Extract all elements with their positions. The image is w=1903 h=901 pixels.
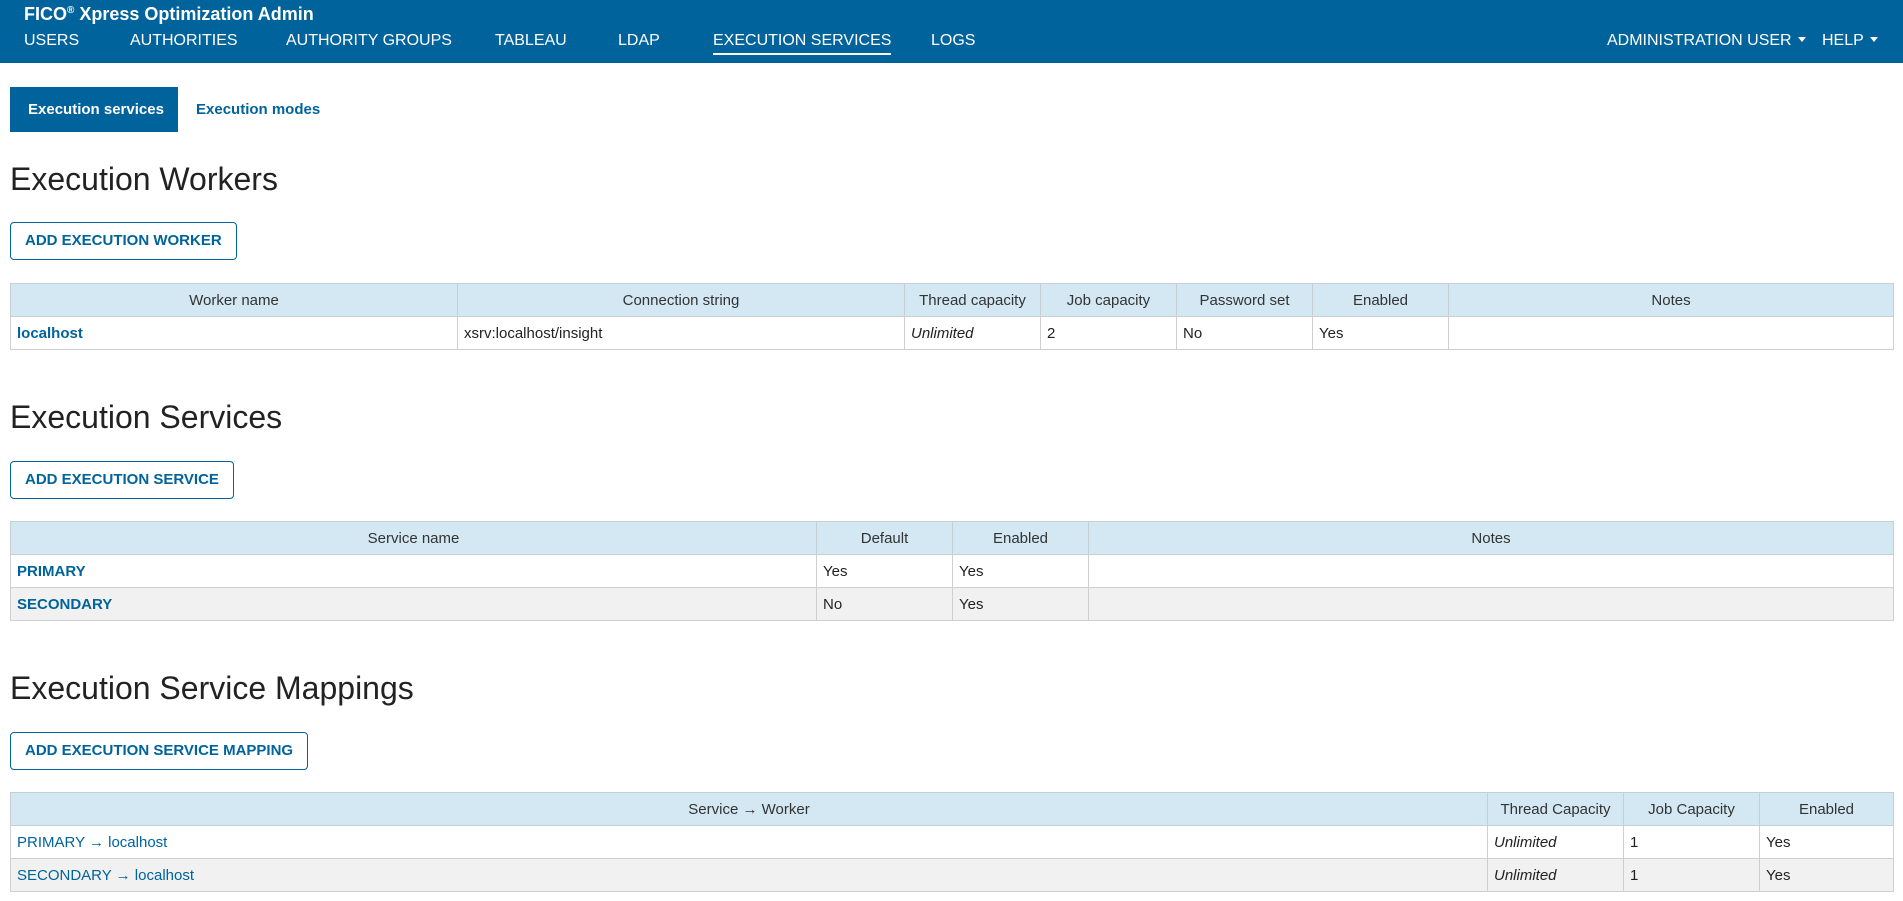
user-menu[interactable]: ADMINISTRATION USER [1607, 32, 1806, 50]
service-link[interactable]: SECONDARY [17, 596, 112, 613]
user-menu-label: ADMINISTRATION USER [1607, 32, 1792, 49]
services-section-title: Execution Services [10, 399, 283, 435]
top-navbar: FICO® Xpress Optimization Admin USERS AU… [0, 0, 1903, 63]
mappings-table: Service → Worker Thread Capacity Job Cap… [10, 792, 1894, 892]
worker-name-cell: localhost [10, 316, 458, 350]
col-default[interactable]: Default [816, 521, 953, 555]
mapping-cell: SECONDARY → localhost [10, 858, 1488, 892]
table-row: PRIMARY → localhost Unlimited 1 Yes [10, 825, 1894, 859]
enabled-cell: Yes [952, 554, 1089, 588]
mapping-link[interactable]: PRIMARY → localhost [17, 834, 167, 851]
enabled-cell: Yes [1312, 316, 1449, 350]
col-thread-capacity[interactable]: Thread Capacity [1487, 792, 1624, 826]
nav-authority-groups[interactable]: AUTHORITY GROUPS [286, 32, 452, 53]
help-menu[interactable]: HELP [1822, 32, 1878, 50]
job-capacity-cell: 1 [1623, 858, 1760, 892]
notes-cell [1088, 587, 1894, 621]
col-connection-string[interactable]: Connection string [457, 283, 905, 317]
col-worker-name[interactable]: Worker name [10, 283, 458, 317]
table-row: PRIMARY Yes Yes [10, 554, 1894, 588]
app-title: FICO® Xpress Optimization Admin [24, 4, 314, 25]
table-header-row: Service → Worker Thread Capacity Job Cap… [10, 792, 1894, 826]
col-notes[interactable]: Notes [1088, 521, 1894, 555]
table-row: SECONDARY No Yes [10, 587, 1894, 621]
col-service-worker[interactable]: Service → Worker [10, 792, 1488, 826]
mapping-cell: PRIMARY → localhost [10, 825, 1488, 859]
col-notes[interactable]: Notes [1448, 283, 1894, 317]
nav-users[interactable]: USERS [24, 32, 79, 53]
add-execution-service-mapping-button[interactable]: ADD EXECUTION SERVICE MAPPING [10, 732, 309, 770]
tab-execution-modes[interactable]: Execution modes [178, 87, 338, 132]
enabled-cell: Yes [952, 587, 1089, 621]
thread-capacity-cell: Unlimited [1487, 825, 1624, 859]
table-row: SECONDARY → localhost Unlimited 1 Yes [10, 858, 1894, 892]
thread-capacity-cell: Unlimited [1487, 858, 1624, 892]
col-enabled[interactable]: Enabled [1312, 283, 1449, 317]
mappings-section-title: Execution Service Mappings [10, 670, 414, 706]
nav-tableau[interactable]: TABLEAU [495, 32, 567, 53]
nav-execution-services[interactable]: EXECUTION SERVICES [713, 32, 892, 55]
nav-logs[interactable]: LOGS [931, 32, 975, 53]
add-execution-worker-button[interactable]: ADD EXECUTION WORKER [10, 222, 237, 260]
col-service-name[interactable]: Service name [10, 521, 817, 555]
app-title-brand: FICO [24, 4, 67, 24]
col-job-capacity[interactable]: Job Capacity [1623, 792, 1760, 826]
service-link[interactable]: PRIMARY [17, 563, 86, 580]
table-header-row: Service name Default Enabled Notes [10, 521, 1894, 555]
mapping-link[interactable]: SECONDARY → localhost [17, 867, 194, 884]
notes-cell [1448, 316, 1894, 350]
job-capacity-cell: 1 [1623, 825, 1760, 859]
password-set-cell: No [1176, 316, 1313, 350]
service-name-cell: PRIMARY [10, 554, 817, 588]
services-table: Service name Default Enabled Notes PRIMA… [10, 521, 1894, 621]
connection-string-cell: xsrv:localhost/insight [457, 316, 905, 350]
col-job-capacity[interactable]: Job capacity [1040, 283, 1177, 317]
default-cell: No [816, 587, 953, 621]
workers-section-title: Execution Workers [10, 161, 278, 197]
default-cell: Yes [816, 554, 953, 588]
notes-cell [1088, 554, 1894, 588]
app-title-text: Xpress Optimization Admin [74, 4, 314, 24]
caret-down-icon [1797, 36, 1806, 42]
thread-capacity-cell: Unlimited [904, 316, 1041, 350]
add-execution-service-button[interactable]: ADD EXECUTION SERVICE [10, 461, 234, 499]
nav-authorities[interactable]: AUTHORITIES [130, 32, 238, 53]
workers-table: Worker name Connection string Thread cap… [10, 283, 1894, 350]
help-menu-label: HELP [1822, 32, 1864, 49]
col-enabled[interactable]: Enabled [952, 521, 1089, 555]
service-name-cell: SECONDARY [10, 587, 817, 621]
tab-execution-services[interactable]: Execution services [10, 87, 178, 132]
caret-down-icon [1869, 36, 1878, 42]
col-enabled[interactable]: Enabled [1759, 792, 1894, 826]
worker-link[interactable]: localhost [17, 325, 83, 342]
col-thread-capacity[interactable]: Thread capacity [904, 283, 1041, 317]
table-header-row: Worker name Connection string Thread cap… [10, 283, 1894, 317]
job-capacity-cell: 2 [1040, 316, 1177, 350]
table-row: localhost xsrv:localhost/insight Unlimit… [10, 316, 1894, 350]
enabled-cell: Yes [1759, 825, 1894, 859]
enabled-cell: Yes [1759, 858, 1894, 892]
nav-ldap[interactable]: LDAP [618, 32, 660, 53]
col-password-set[interactable]: Password set [1176, 283, 1313, 317]
